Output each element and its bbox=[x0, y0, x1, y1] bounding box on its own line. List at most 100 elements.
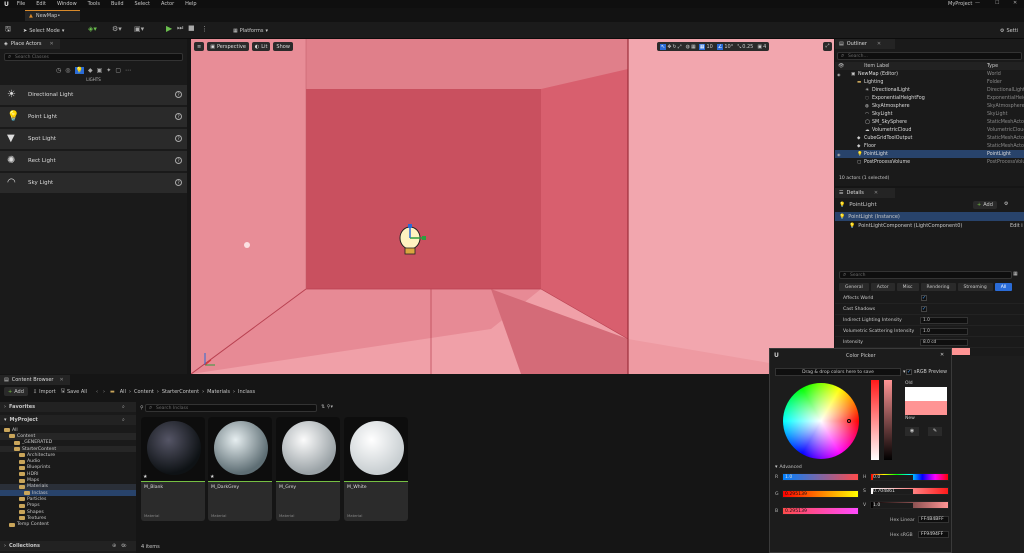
lights-category-icon[interactable]: 💡 bbox=[74, 67, 84, 74]
search-icon[interactable]: ⌕ bbox=[122, 404, 125, 410]
rotation-snap-value[interactable]: 10° bbox=[724, 44, 733, 50]
search-icon[interactable]: ⌕ bbox=[122, 417, 125, 423]
collections-header[interactable]: › Collections ⊕ ⌕ bbox=[0, 541, 136, 551]
actor-spot-light[interactable]: ▼ Spot Light ? bbox=[0, 129, 187, 149]
visibility-eye-icon[interactable]: ◉ bbox=[837, 152, 841, 157]
tab-general[interactable]: General bbox=[839, 283, 869, 291]
unreal-logo-icon[interactable]: U bbox=[4, 1, 9, 8]
outliner-row[interactable]: ◍ SkyAtmosphere SkyAtmosphere bbox=[835, 102, 1024, 110]
outliner-row[interactable]: ☀ DirectionalLight DirectionalLight bbox=[835, 86, 1024, 94]
visibility-eye-icon[interactable]: ◉ bbox=[837, 72, 841, 77]
menu-actor[interactable]: Actor bbox=[161, 1, 174, 7]
volumes-icon[interactable]: ▢ bbox=[115, 67, 121, 74]
camera-speed-icon[interactable]: ▣ bbox=[757, 44, 762, 50]
favorite-star-icon[interactable]: ★ bbox=[210, 474, 214, 480]
tab-rendering[interactable]: Rendering bbox=[920, 283, 956, 291]
asset-tile[interactable]: M_White Material bbox=[344, 417, 408, 521]
property-matrix-icon[interactable]: ▦ bbox=[1013, 271, 1018, 277]
play-button[interactable]: ▶ bbox=[166, 24, 172, 33]
minimize-button[interactable]: — bbox=[975, 0, 980, 6]
outliner-row[interactable]: ◯ SM_SkySphere StaticMeshActo bbox=[835, 118, 1024, 126]
help-icon[interactable]: ? bbox=[175, 179, 182, 186]
asset-tile[interactable]: M_Grey Material bbox=[276, 417, 340, 521]
select-tool-icon[interactable]: ↖ bbox=[660, 43, 667, 50]
lit-button[interactable]: ◐ Lit bbox=[251, 42, 271, 51]
filter-icon[interactable]: ⚲ bbox=[140, 405, 144, 411]
menu-select[interactable]: Select bbox=[135, 1, 150, 7]
help-icon[interactable]: ? bbox=[175, 113, 182, 120]
menu-file[interactable]: File bbox=[17, 1, 25, 7]
asset-search[interactable]: Search Inclass bbox=[145, 404, 317, 412]
favorites-header[interactable]: › Favorites ⌕ bbox=[0, 402, 136, 412]
viewport-menu-button[interactable]: ≡ bbox=[194, 42, 205, 51]
platforms-button[interactable]: ▦ Platforms ▾ bbox=[233, 25, 268, 36]
light-color-swatch[interactable] bbox=[950, 348, 970, 355]
r-slider[interactable]: 1.0 bbox=[782, 473, 859, 481]
shapes-icon[interactable]: ◆ bbox=[88, 67, 93, 74]
blueprint-icon[interactable]: ⚙▾ bbox=[112, 25, 122, 33]
tab-actor[interactable]: Actor bbox=[870, 283, 895, 291]
breadcrumb-item[interactable]: StarterContent bbox=[162, 389, 199, 395]
cinematic-icon[interactable]: ▣ bbox=[97, 67, 103, 74]
recent-icon[interactable]: ◷ bbox=[56, 67, 61, 74]
help-icon[interactable]: ? bbox=[175, 135, 182, 142]
component-row[interactable]: 💡 PointLightComponent (LightComponent0) … bbox=[835, 221, 1024, 230]
help-icon[interactable]: ? bbox=[175, 157, 182, 164]
menu-build[interactable]: Build bbox=[111, 1, 124, 7]
maximize-button[interactable]: ☐ bbox=[995, 0, 999, 6]
add-actor-icon[interactable]: ◈▾ bbox=[88, 25, 97, 33]
outliner-row[interactable]: ◆ CubeGridToolOutput StaticMeshActo bbox=[835, 134, 1024, 142]
eyedropper-icon[interactable]: ✎ bbox=[928, 427, 942, 436]
close-tab-icon[interactable]: ✕ bbox=[874, 190, 878, 196]
actor-sky-light[interactable]: ◠ Sky Light ? bbox=[0, 173, 187, 193]
close-window-button[interactable]: ✕ bbox=[1013, 0, 1017, 6]
tab-newmap[interactable]: ▲ NewMap• bbox=[25, 10, 80, 21]
s-slider[interactable]: 0.704861 bbox=[870, 487, 949, 495]
tab-all[interactable]: All bbox=[994, 283, 1013, 291]
srgb-checkbox[interactable]: ✓ bbox=[906, 369, 912, 375]
outliner-row[interactable]: ☁ VolumetricCloud VolumetricCloud bbox=[835, 126, 1024, 134]
play-options-icon[interactable]: ⋮ bbox=[201, 25, 208, 33]
menu-edit[interactable]: Edit bbox=[36, 1, 46, 7]
step-button[interactable]: ⏭ bbox=[177, 24, 183, 33]
type-column[interactable]: Type bbox=[987, 64, 998, 69]
instance-row[interactable]: 💡 PointLight (Instance) bbox=[835, 212, 1024, 221]
perspective-button[interactable]: ▣ Perspective bbox=[207, 42, 249, 51]
basic-icon[interactable]: ◎ bbox=[65, 67, 70, 74]
point-light-gizmo[interactable] bbox=[398, 222, 428, 262]
level-viewport[interactable]: ≡ ▣ Perspective ◐ Lit Show ↖ ✥ ↻ ⤢ ◍ ▦ ▦ 1… bbox=[191, 39, 834, 374]
blueprint-icon[interactable]: ⚙ bbox=[1004, 201, 1008, 207]
forward-icon[interactable]: › bbox=[103, 389, 105, 395]
tab-streaming[interactable]: Streaming bbox=[957, 283, 993, 291]
cinematics-icon[interactable]: ▣▾ bbox=[134, 25, 144, 33]
value-slider[interactable] bbox=[884, 380, 892, 460]
property-value-field[interactable]: 8.0 cd bbox=[920, 338, 968, 346]
stop-button[interactable]: ■ bbox=[188, 24, 195, 32]
close-tab-icon[interactable]: ✕ bbox=[59, 377, 63, 383]
h-slider[interactable]: 0.0 bbox=[870, 473, 949, 481]
rotate-tool-icon[interactable]: ↻ bbox=[672, 44, 676, 50]
outliner-row[interactable]: ◠ SkyLight SkyLight bbox=[835, 110, 1024, 118]
sort-filter-icon[interactable]: ⇅ ⚲▾ bbox=[321, 404, 333, 410]
surface-snap-icon[interactable]: ▦ bbox=[691, 44, 696, 50]
item-label-column[interactable]: Item Label bbox=[864, 64, 889, 69]
outliner-row[interactable]: ◌ ExponentialHeightFog ExponentialHeig bbox=[835, 94, 1024, 102]
property-checkbox[interactable]: ✓ bbox=[921, 295, 927, 301]
effects-icon[interactable]: ✦ bbox=[106, 67, 111, 74]
g-slider[interactable]: 0.295139 bbox=[782, 490, 859, 498]
breadcrumb-item[interactable]: All bbox=[120, 389, 126, 395]
close-icon[interactable]: ✕ bbox=[940, 352, 944, 358]
all-classes-icon[interactable]: ⋯ bbox=[125, 67, 131, 74]
camera-speed-value[interactable]: 4 bbox=[763, 44, 766, 50]
save-icon[interactable]: 🖫 bbox=[5, 25, 11, 36]
outliner-row[interactable]: ◆ Floor StaticMeshActo bbox=[835, 142, 1024, 150]
breadcrumb-item[interactable]: Content bbox=[134, 389, 154, 395]
color-wheel-toggle-icon[interactable]: ◉ bbox=[905, 427, 919, 436]
world-space-icon[interactable]: ◍ bbox=[686, 44, 690, 50]
b-slider[interactable]: 0.295139 bbox=[782, 507, 859, 515]
menu-tools[interactable]: Tools bbox=[88, 1, 100, 7]
menu-window[interactable]: Window bbox=[57, 1, 77, 7]
color-theme-bar[interactable]: Drag & drop colors here to save bbox=[775, 368, 901, 376]
scale-snap-value[interactable]: 0.25 bbox=[742, 44, 753, 50]
color-wheel[interactable] bbox=[783, 383, 859, 459]
